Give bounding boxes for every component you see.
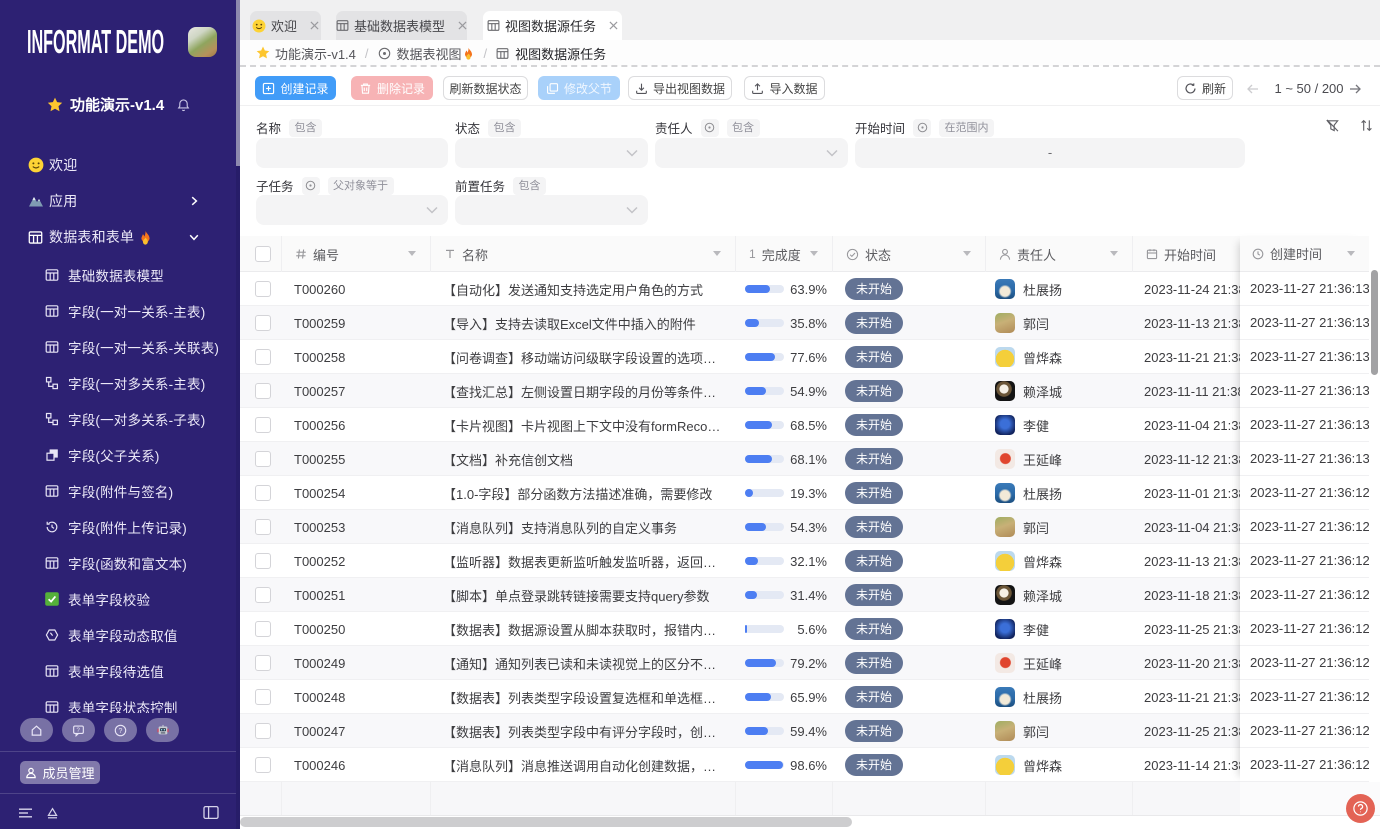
svg-text:?: ? [119,727,123,734]
svg-text:?: ? [76,727,80,733]
